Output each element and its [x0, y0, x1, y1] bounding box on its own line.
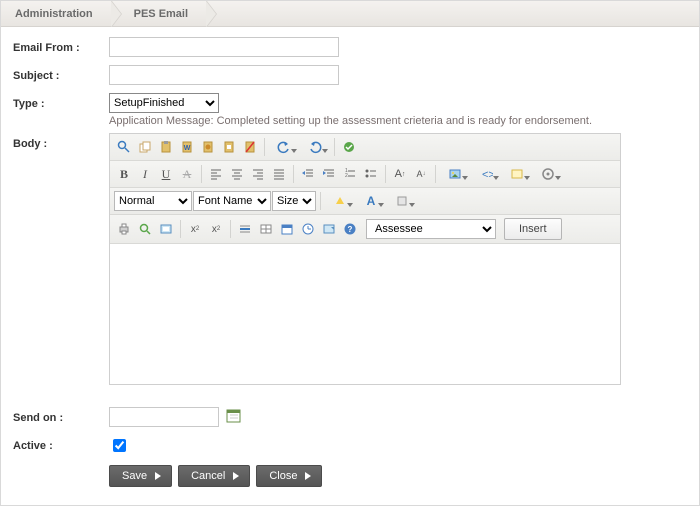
separator [264, 138, 265, 156]
paragraph-style-select[interactable]: Normal [114, 191, 192, 211]
separator [334, 138, 335, 156]
insert-symbol-icon[interactable] [533, 164, 563, 184]
cancel-button[interactable]: Cancel [178, 465, 250, 487]
label-body: Body : [13, 133, 109, 150]
type-select[interactable]: SetupFinished [109, 93, 219, 113]
active-checkbox[interactable] [113, 439, 126, 452]
breadcrumb-pes-email[interactable]: PES Email [112, 1, 207, 26]
separator [180, 220, 181, 238]
cancel-button-label: Cancel [191, 470, 225, 482]
calendar-icon[interactable] [225, 407, 241, 423]
breadcrumb-admin[interactable]: Administration [1, 1, 112, 26]
toolbar-row-2: B I U A 12 A↑ A↓ [110, 161, 620, 188]
email-from-input[interactable] [109, 37, 339, 57]
find-icon[interactable] [114, 137, 134, 157]
paste-word-icon[interactable]: W [177, 137, 197, 157]
page: Administration PES Email Email From : Su… [0, 0, 700, 506]
separator [385, 165, 386, 183]
print-preview-icon[interactable] [156, 219, 176, 239]
insert-link-icon[interactable]: <> [471, 164, 501, 184]
superscript-icon[interactable]: x2 [185, 219, 205, 239]
svg-text:<>: <> [482, 169, 493, 181]
toolbar-row-3: Normal Font Name Size A [110, 188, 620, 215]
svg-text:2: 2 [345, 173, 348, 179]
insert-time-icon[interactable] [298, 219, 318, 239]
breadcrumb: Administration PES Email [1, 1, 699, 27]
paste-icon[interactable] [156, 137, 176, 157]
merge-field-select[interactable]: Assessee [366, 219, 496, 239]
help-icon[interactable]: ? [340, 219, 360, 239]
align-center-icon[interactable] [227, 164, 247, 184]
print-icon[interactable] [114, 219, 134, 239]
save-button[interactable]: Save [109, 465, 172, 487]
chevron-right-icon [305, 472, 311, 480]
decrease-size-icon[interactable]: A↓ [411, 164, 431, 184]
font-name-select[interactable]: Font Name [193, 191, 271, 211]
underline-icon[interactable]: U [156, 164, 176, 184]
label-subject: Subject : [13, 65, 109, 82]
chevron-right-icon [155, 472, 161, 480]
toolbar-row-4: x2 x2 ? Assessee Insert [110, 215, 620, 244]
separator [230, 220, 231, 238]
chevron-right-icon [233, 472, 239, 480]
label-active: Active : [13, 435, 109, 452]
align-right-icon[interactable] [248, 164, 268, 184]
zoom-icon[interactable] [135, 219, 155, 239]
separator [435, 165, 436, 183]
insert-button[interactable]: Insert [504, 218, 562, 240]
application-message: Application Message: Completed setting u… [13, 115, 687, 127]
form: Email From : Subject : Type : SetupFinis… [1, 27, 699, 499]
close-button[interactable]: Close [256, 465, 322, 487]
paste-html-icon[interactable] [198, 137, 218, 157]
svg-text:?: ? [348, 225, 353, 234]
copy-icon[interactable] [135, 137, 155, 157]
send-on-input[interactable] [109, 407, 219, 427]
unordered-list-icon[interactable] [361, 164, 381, 184]
format-stripper-icon[interactable] [240, 137, 260, 157]
separator [293, 165, 294, 183]
separator [320, 192, 321, 210]
bold-icon[interactable]: B [114, 164, 134, 184]
insert-snippet-icon[interactable] [502, 164, 532, 184]
back-color-icon[interactable] [325, 191, 355, 211]
subscript-icon[interactable]: x2 [206, 219, 226, 239]
rich-text-editor: W B I U A [109, 133, 621, 385]
redo-icon[interactable] [300, 137, 330, 157]
increase-size-icon[interactable]: A↑ [390, 164, 410, 184]
font-size-select[interactable]: Size [272, 191, 316, 211]
label-send-on: Send on : [13, 407, 109, 424]
fore-color-icon[interactable]: A [356, 191, 386, 211]
paste-plain-icon[interactable] [219, 137, 239, 157]
align-justify-icon[interactable] [269, 164, 289, 184]
italic-icon[interactable]: I [135, 164, 155, 184]
insert-hr-icon[interactable] [235, 219, 255, 239]
close-button-label: Close [269, 470, 297, 482]
undo-icon[interactable] [269, 137, 299, 157]
image-manager-icon[interactable] [440, 164, 470, 184]
editor-content-area[interactable] [110, 244, 620, 384]
insert-date-icon[interactable] [277, 219, 297, 239]
action-buttons: Save Cancel Close [13, 465, 687, 487]
label-email-from: Email From : [13, 37, 109, 54]
insert-table-icon[interactable] [256, 219, 276, 239]
save-button-label: Save [122, 470, 147, 482]
svg-text:W: W [184, 145, 191, 152]
toggle-fullscreen-icon[interactable] [319, 219, 339, 239]
label-type: Type : [13, 93, 109, 110]
indent-icon[interactable] [319, 164, 339, 184]
ordered-list-icon[interactable]: 12 [340, 164, 360, 184]
spellcheck-icon[interactable] [339, 137, 359, 157]
toolbar-row-1: W [110, 134, 620, 161]
align-left-icon[interactable] [206, 164, 226, 184]
apply-class-icon[interactable] [387, 191, 417, 211]
outdent-icon[interactable] [298, 164, 318, 184]
subject-input[interactable] [109, 65, 339, 85]
strikethrough-icon[interactable]: A [177, 164, 197, 184]
separator [201, 165, 202, 183]
